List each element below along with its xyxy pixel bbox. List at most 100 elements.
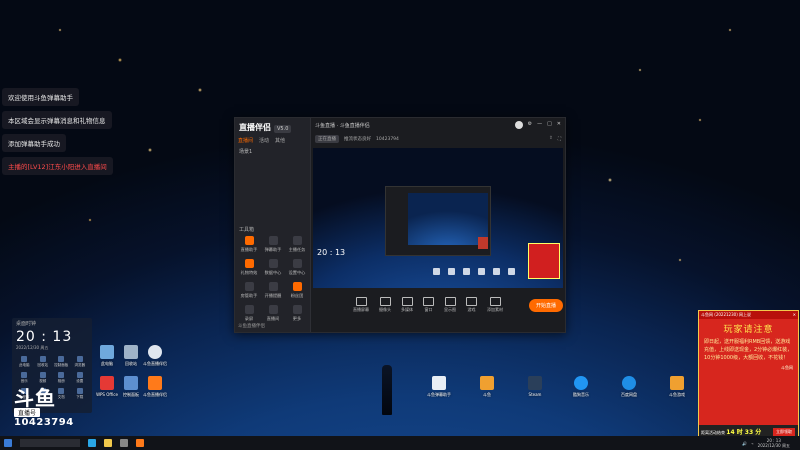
desktop-icon-netdisk[interactable]: 百度网盘 (610, 376, 648, 398)
danmaku-overlay: 欢迎使用斗鱼弹幕助手 本区域会显示弹幕消息和礼物信息 添加弹幕助手成功 主播的[… (0, 88, 150, 180)
source-controls: 直播屏幕 摄像头 多媒体 窗口 显示图 游戏 添加素材 开始直播 (313, 294, 563, 316)
music-icon (574, 376, 588, 390)
tray-clock[interactable]: 20 : 13 2022/12/30 周五 (758, 438, 790, 448)
live-status-badge: 正在直播 (315, 135, 339, 143)
version-badge: V5.0 (274, 125, 292, 133)
taskbar-search[interactable] (20, 439, 80, 447)
preview-clock: 20 : 13 (317, 248, 346, 257)
desktop-icon-douyu-live[interactable]: 斗鱼直播伴侣 (136, 376, 174, 398)
control-camera[interactable]: 摄像头 (379, 297, 391, 313)
share-icon[interactable]: ⇪ (549, 136, 553, 142)
tool-icon (268, 259, 278, 268)
widget-app[interactable]: 回收站 (34, 356, 53, 368)
control-media[interactable]: 多媒体 (401, 297, 413, 313)
ad-timer: 14 时 33 分 (726, 429, 762, 436)
widget-app[interactable]: 视频 (34, 372, 53, 384)
tool-item[interactable]: 粉丝团 (285, 282, 309, 299)
maximize-icon[interactable]: □ (547, 121, 552, 129)
tab-activity[interactable]: 活动 (259, 137, 269, 144)
control-game[interactable]: 游戏 (466, 297, 477, 313)
volume-icon[interactable]: 🔊 (742, 441, 747, 446)
desktop-icon-douyu-companion[interactable]: 斗鱼直播伴侣 (136, 345, 174, 367)
widget-app[interactable]: 相册 (52, 372, 71, 384)
ad-headline: 玩家请注意 (723, 325, 774, 335)
widget-app[interactable]: 此电脑 (15, 356, 34, 368)
tab-other[interactable]: 其他 (275, 137, 285, 144)
add-icon (489, 297, 501, 306)
ad-titlebar: 斗鱼网 (20221230) 网上说 ✕ (699, 311, 798, 319)
gamepad-icon (466, 297, 477, 306)
app-icon (148, 345, 162, 359)
app-icon (148, 376, 162, 390)
tab-live[interactable]: 直播间 (238, 137, 253, 144)
control-screen[interactable]: 直播屏幕 (353, 297, 369, 313)
status-bar: 正在直播 推流状态良好 10423794 ⇪ ⛶ (311, 133, 565, 145)
start-live-button[interactable]: 开始直播 (528, 298, 563, 312)
widget-app[interactable]: 设置 (71, 372, 90, 384)
widget-app[interactable]: 控制面板 (52, 356, 71, 368)
folder-icon[interactable] (104, 439, 112, 447)
desktop-icon-douyu[interactable]: 斗鱼 (468, 376, 506, 398)
app-icon (480, 376, 494, 390)
tool-item[interactable]: 弹幕助手 (261, 236, 285, 253)
control-window[interactable]: 窗口 (423, 297, 434, 313)
clock-header: 桌面时钟 (16, 321, 37, 327)
document-icon (432, 376, 446, 390)
game-icon (670, 376, 684, 390)
tool-item[interactable]: 直播助手 (237, 236, 261, 253)
ad-signature: 斗鱼网 (781, 365, 793, 370)
tools-title: 工具箱 (239, 227, 255, 233)
tool-icon (292, 259, 302, 268)
douyu-logo: 斗鱼 (14, 386, 56, 410)
tool-item[interactable]: 更多 (285, 305, 309, 322)
close-icon[interactable]: ✕ (557, 121, 561, 129)
stream-status: 推流状态良好 (344, 137, 371, 142)
tool-icon (292, 282, 302, 291)
window-controls: ⚙ — □ ✕ (514, 121, 565, 129)
fullscreen-icon[interactable]: ⛶ (558, 136, 561, 142)
ad-claim-button[interactable]: 立即领取 (773, 428, 795, 436)
control-add[interactable]: 添加素材 (487, 297, 503, 313)
douyu-watermark: 斗鱼 直播号 10423794 (14, 388, 74, 428)
desktop-icon-kugou[interactable]: 酷狗音乐 (562, 376, 600, 398)
browser-icon[interactable] (88, 439, 96, 447)
settings-icon[interactable]: ⚙ (528, 121, 532, 129)
douyu-subtitle: 直播号 (14, 408, 41, 417)
control-image[interactable]: 显示图 (444, 297, 456, 313)
steam-icon (528, 376, 542, 390)
chat-line-entry: 主播的[LV12]江东小阳进入直播间 (2, 157, 113, 175)
app-icon[interactable] (120, 439, 128, 447)
figure-silhouette (382, 365, 392, 415)
taskbar: 🔊 ⌁ 20 : 13 2022/12/30 周五 (0, 436, 800, 450)
network-icon[interactable]: ⌁ (751, 441, 753, 446)
stream-preview[interactable]: 20 : 13 (313, 148, 563, 288)
minimize-icon[interactable]: — (537, 121, 542, 129)
tool-item[interactable]: 礼物特效 (237, 259, 261, 276)
tool-icon (268, 282, 278, 291)
widget-app[interactable]: 音乐 (15, 372, 34, 384)
tool-item[interactable]: 录屏 (237, 305, 261, 322)
tool-item[interactable]: 开播提醒 (261, 282, 285, 299)
tool-item[interactable]: 直播间 (261, 305, 285, 322)
ad-popup[interactable]: 斗鱼网 (20221230) 网上说 ✕ 玩家请注意 即日起，送开服福利RMB回馈… (698, 310, 799, 439)
tool-item[interactable]: 设置中心 (285, 259, 309, 276)
app-title: 斗鱼直播 · 斗鱼直播伴侣 (315, 122, 370, 129)
desktop-icon-steam[interactable]: Steam (516, 376, 554, 397)
monitor-icon (355, 297, 367, 306)
desktop-icon-danmaku[interactable]: 斗鱼弹幕助手 (420, 376, 458, 398)
desktop-icon-game[interactable]: 斗鱼游戏 (658, 376, 696, 398)
windows-start-icon[interactable] (4, 439, 12, 447)
tool-item[interactable]: 数据中心 (261, 259, 285, 276)
preview-desktop-icons (433, 268, 515, 275)
streaming-app-window[interactable]: 直播伴侣 V5.0 直播间 活动 其他 场景1 工具箱 直播助手 弹幕助手 主播任… (234, 117, 566, 333)
tool-icon (268, 305, 278, 314)
tool-item[interactable]: 主播任务 (285, 236, 309, 253)
avatar[interactable] (514, 121, 523, 129)
scene-selector[interactable]: 场景1 (239, 148, 252, 155)
close-icon[interactable]: ✕ (793, 312, 796, 318)
widget-app[interactable]: 浏览器 (71, 356, 90, 368)
tool-icon (244, 282, 254, 291)
tool-item[interactable]: 房管助手 (237, 282, 261, 299)
douyu-taskbar-icon[interactable] (136, 439, 144, 447)
app-sidebar: 直播伴侣 V5.0 直播间 活动 其他 场景1 工具箱 直播助手 弹幕助手 主播任… (235, 118, 311, 332)
